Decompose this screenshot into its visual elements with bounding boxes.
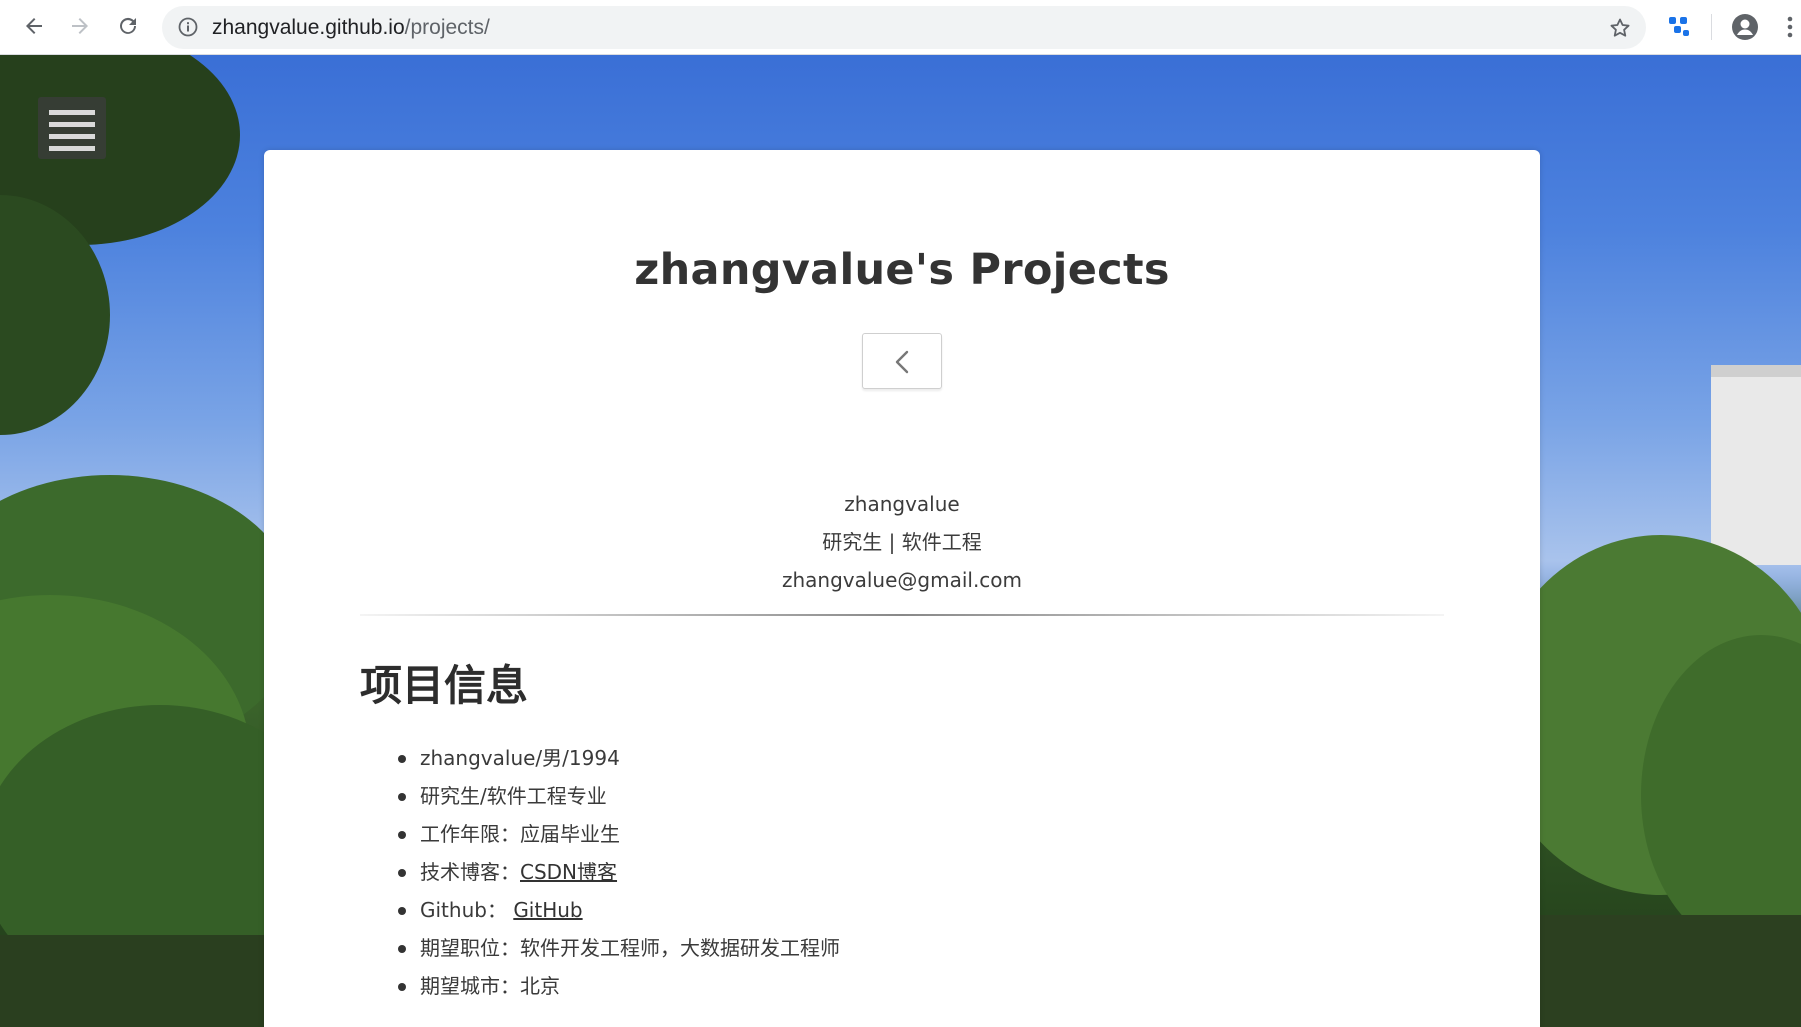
background-trees-left [0,55,280,1027]
page-background: zhangvalue's Projects zhangvalue 研究生 | 软… [0,55,1801,1027]
list-item: 工作年限：应届毕业生 [360,815,840,853]
site-info-icon[interactable] [178,17,198,37]
chevron-left-icon [895,350,909,374]
bookmark-star-icon[interactable] [1608,16,1632,40]
background-building-right [1521,365,1801,1027]
address-bar[interactable]: zhangvalue.github.io/projects/ [162,6,1646,49]
content-card: zhangvalue's Projects zhangvalue 研究生 | 软… [264,150,1540,1027]
profile-avatar-icon[interactable] [1731,13,1759,41]
page-title: zhangvalue's Projects [634,245,1170,295]
list-item: zhangvalue/男/1994 [360,739,840,777]
toolbar-divider [1711,14,1712,40]
profile-role: 研究生 | 软件工程 [822,530,982,554]
browser-toolbar: zhangvalue.github.io/projects/ [0,0,1801,55]
back-arrow-icon[interactable] [20,12,48,40]
forward-arrow-icon[interactable] [66,12,94,40]
profile-name: zhangvalue [844,492,960,516]
extension-icon[interactable] [1666,14,1692,40]
section-heading: 项目信息 [360,661,529,710]
menu-toggle-button[interactable] [38,97,106,159]
url-text[interactable]: zhangvalue.github.io/projects/ [212,6,490,49]
profile-block: zhangvalue 研究生 | 软件工程 zhangvalue@gmail.c… [264,485,1540,599]
list-item: Github： GitHub [360,891,840,929]
reload-icon[interactable] [114,12,142,40]
info-list: zhangvalue/男/1994 研究生/软件工程专业 工作年限：应届毕业生 … [360,739,840,1005]
list-item: 期望职位：软件开发工程师，大数据研发工程师 [360,929,840,967]
list-item: 研究生/软件工程专业 [360,777,840,815]
divider [360,614,1444,616]
profile-email: zhangvalue@gmail.com [781,568,1023,592]
browser-menu-icon[interactable] [1784,13,1796,41]
list-item: 技术博客：CSDN博客 [360,853,840,891]
github-link[interactable]: GitHub [513,898,582,922]
back-button[interactable] [862,333,942,389]
list-item: 期望城市：北京 [360,967,840,1005]
csdn-blog-link[interactable]: CSDN博客 [520,860,617,884]
